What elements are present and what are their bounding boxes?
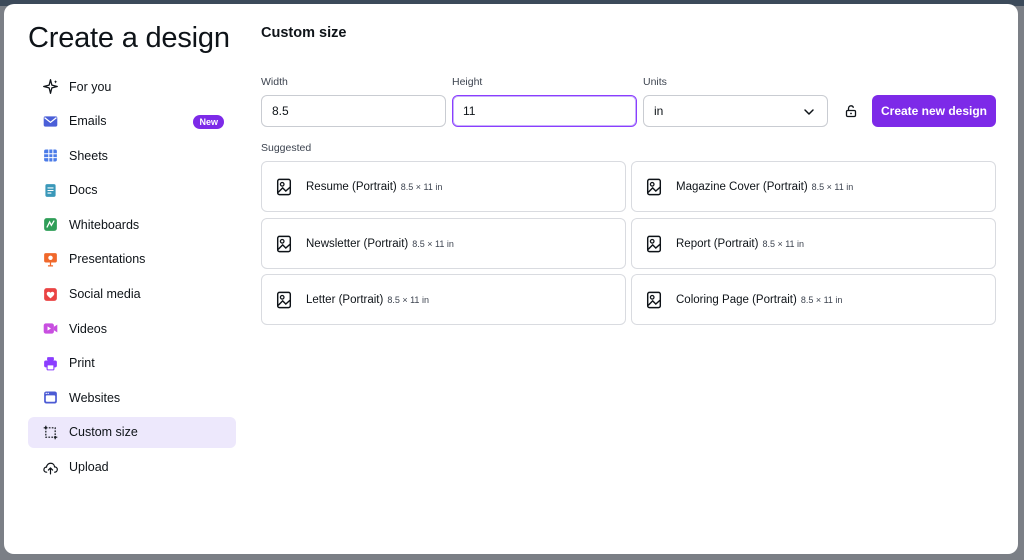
cloud-upload-icon — [41, 458, 59, 476]
website-icon — [41, 389, 59, 407]
presentation-icon — [41, 250, 59, 268]
create-design-modal: Create a design For you Emails New Sheet… — [4, 4, 1018, 554]
suggestion-card-resume[interactable]: Resume (Portrait) 8.5 × 11 in — [261, 161, 626, 212]
sidebar-item-label: Presentations — [69, 252, 146, 267]
printer-icon — [41, 354, 59, 372]
image-icon — [274, 290, 294, 310]
create-new-design-button[interactable]: Create new design — [872, 95, 996, 127]
suggestion-name: Newsletter (Portrait) — [306, 237, 409, 250]
suggested-label: Suggested — [261, 142, 312, 154]
suggestion-name: Report (Portrait) — [676, 237, 759, 250]
sidebar-item-for-you[interactable]: For you — [28, 71, 236, 102]
envelope-icon — [41, 112, 59, 130]
sidebar-item-videos[interactable]: Videos — [28, 313, 236, 344]
suggestion-name: Coloring Page (Portrait) — [676, 293, 797, 306]
main-panel: Custom size Width Height Units in Create… — [244, 4, 1018, 554]
heart-icon — [41, 285, 59, 303]
sidebar-item-label: Whiteboards — [69, 217, 140, 232]
custom-size-icon — [41, 423, 59, 441]
units-label: Units — [643, 76, 667, 88]
sparkles-icon — [41, 78, 59, 96]
image-icon — [644, 290, 664, 310]
chevron-down-icon — [804, 109, 814, 115]
sidebar-item-presentations[interactable]: Presentations — [28, 244, 236, 275]
sidebar-item-emails[interactable]: Emails New — [28, 106, 236, 137]
new-badge: New — [193, 114, 224, 129]
suggestion-dimensions: 8.5 × 11 in — [811, 181, 854, 192]
docs-icon — [41, 181, 59, 199]
sidebar-item-social-media[interactable]: Social media — [28, 279, 236, 310]
image-icon — [274, 234, 294, 254]
suggestion-card-coloring-page[interactable]: Coloring Page (Portrait) 8.5 × 11 in — [631, 274, 996, 325]
section-title: Custom size — [261, 25, 347, 41]
sidebar-item-sheets[interactable]: Sheets — [28, 140, 236, 171]
suggestion-name: Resume (Portrait) — [306, 180, 397, 193]
suggestion-card-newsletter[interactable]: Newsletter (Portrait) 8.5 × 11 in — [261, 218, 626, 269]
suggestion-dimensions: 8.5 × 11 in — [800, 294, 843, 305]
sidebar-nav: For you Emails New Sheets Docs Whiteboar… — [28, 71, 236, 486]
whiteboard-icon — [41, 216, 59, 234]
video-icon — [41, 320, 59, 338]
sidebar-item-label: Sheets — [69, 148, 108, 163]
sidebar-item-custom-size[interactable]: Custom size — [28, 416, 236, 448]
height-input[interactable] — [452, 95, 637, 127]
suggestion-dimensions: 8.5 × 11 in — [762, 238, 805, 249]
suggestion-dimensions: 8.5 × 11 in — [412, 238, 454, 249]
modal-title: Create a design — [28, 22, 230, 54]
suggestion-card-report[interactable]: Report (Portrait) 8.5 × 11 in — [631, 218, 996, 269]
height-label: Height — [452, 76, 483, 88]
sidebar-item-label: Videos — [69, 321, 107, 336]
sidebar-item-label: Emails — [69, 114, 107, 129]
suggestion-dimensions: 8.5 × 11 in — [400, 181, 443, 192]
sidebar: Create a design For you Emails New Sheet… — [4, 4, 244, 554]
unlock-icon[interactable] — [844, 104, 858, 118]
sidebar-item-label: Custom size — [69, 425, 138, 440]
suggestion-dimensions: 8.5 × 11 in — [387, 294, 429, 305]
sidebar-item-print[interactable]: Print — [28, 348, 236, 379]
image-icon — [644, 177, 664, 197]
units-select-value: in — [654, 104, 664, 118]
sidebar-item-label: Docs — [69, 183, 98, 198]
units-select[interactable]: in — [643, 95, 828, 127]
suggestion-card-magazine-cover[interactable]: Magazine Cover (Portrait) 8.5 × 11 in — [631, 161, 996, 212]
sidebar-item-whiteboards[interactable]: Whiteboards — [28, 209, 236, 240]
image-icon — [274, 177, 294, 197]
sheets-icon — [41, 147, 59, 165]
suggestion-card-letter[interactable]: Letter (Portrait) 8.5 × 11 in — [261, 274, 626, 325]
suggestion-name: Letter (Portrait) — [306, 293, 384, 306]
sidebar-item-docs[interactable]: Docs — [28, 175, 236, 206]
width-input[interactable] — [261, 95, 446, 127]
suggestion-name: Magazine Cover (Portrait) — [676, 180, 808, 193]
sidebar-item-upload[interactable]: Upload — [28, 452, 236, 483]
sidebar-item-websites[interactable]: Websites — [28, 382, 236, 413]
sidebar-item-label: Upload — [69, 460, 109, 475]
sidebar-item-label: Print — [69, 356, 95, 371]
sidebar-item-label: Social media — [69, 287, 141, 302]
width-label: Width — [261, 76, 288, 88]
sidebar-item-label: Websites — [69, 390, 121, 405]
sidebar-item-label: For you — [69, 79, 112, 94]
image-icon — [644, 234, 664, 254]
